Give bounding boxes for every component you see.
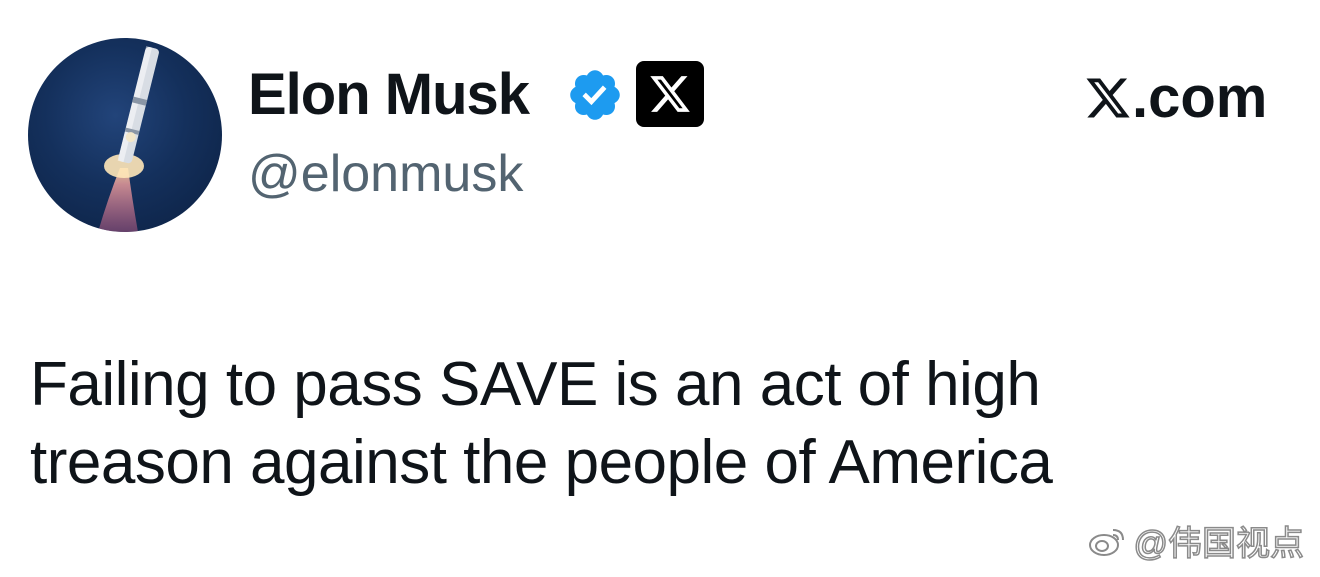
weibo-icon: [1089, 528, 1125, 556]
verified-check-icon: [570, 70, 620, 120]
tweet-text-line: treason against the people of America: [30, 428, 1053, 497]
affiliate-badge[interactable]: [636, 61, 704, 127]
tweet-text-line: Failing to pass SAVE is an act of high: [30, 350, 1041, 419]
rocket-launch-image: [98, 46, 159, 232]
handle[interactable]: @elonmusk: [248, 143, 523, 205]
watermark: @伟国视点: [1087, 516, 1305, 565]
avatar[interactable]: [28, 38, 222, 232]
tweet-text: Failing to pass SAVE is an act of high t…: [30, 346, 1290, 502]
source-label: .com: [1084, 66, 1267, 130]
watermark-text: @伟国视点: [1133, 524, 1305, 564]
source-domain: .com: [1132, 65, 1268, 130]
display-name[interactable]: Elon Musk: [248, 62, 530, 128]
x-logo-icon: [650, 76, 690, 112]
x-logo-icon: [1086, 78, 1130, 118]
